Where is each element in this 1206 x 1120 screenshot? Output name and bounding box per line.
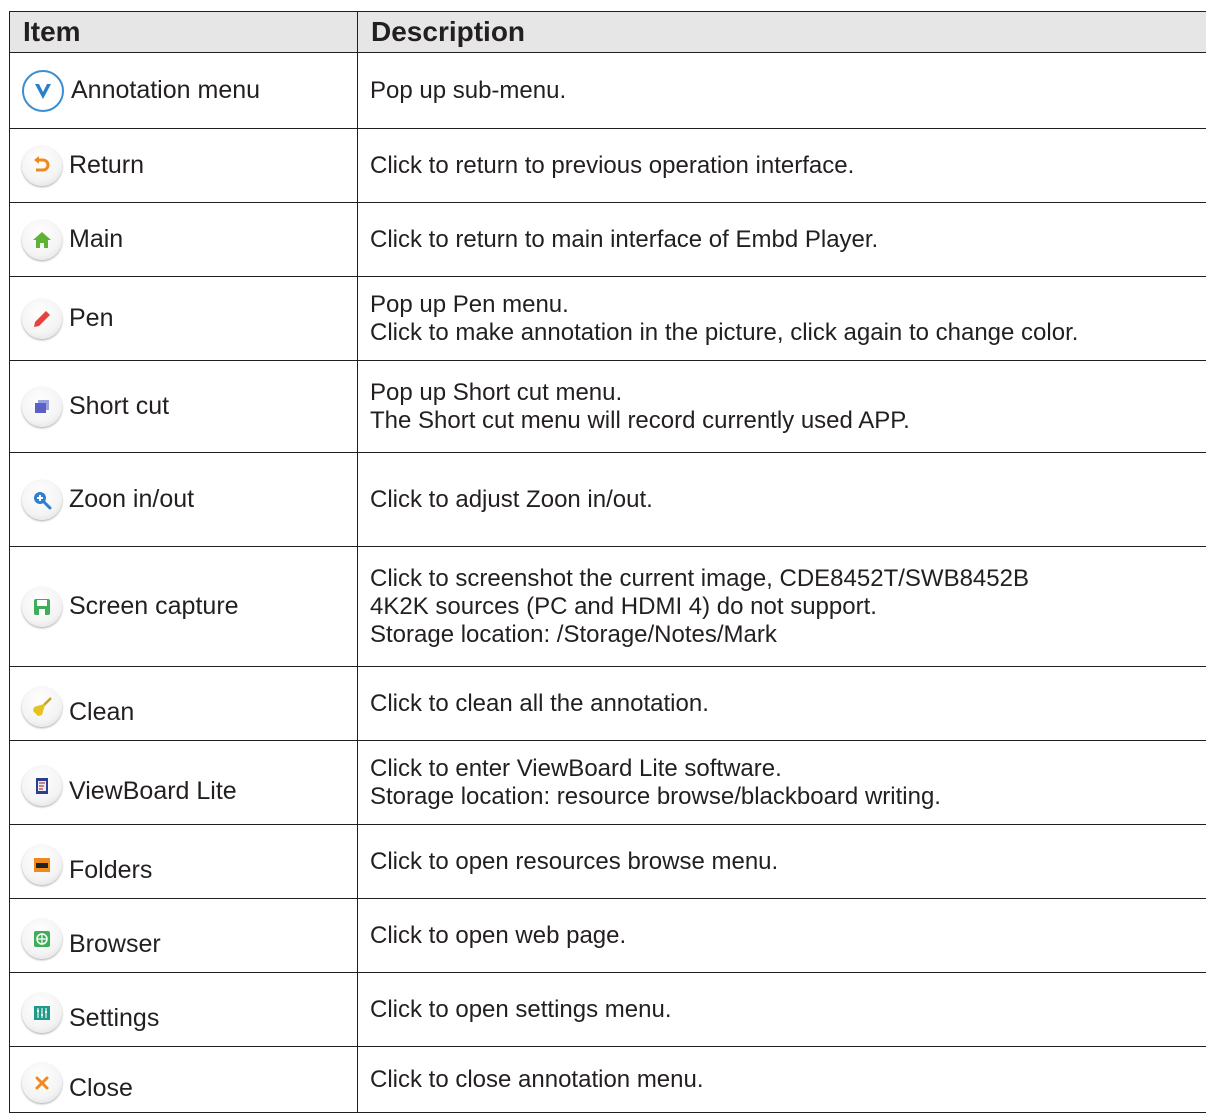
- table-row: Screen capture Click to screenshot the c…: [9, 546, 1206, 667]
- table-row: Close Click to close annotation menu.: [9, 1046, 1206, 1113]
- item-cell: Return: [10, 145, 357, 186]
- folder-icon: [22, 844, 62, 885]
- description-cell: Click to enter ViewBoard Lite software. …: [357, 740, 1206, 825]
- home-icon: [22, 219, 62, 260]
- pen-icon: [22, 298, 62, 339]
- item-label: Settings: [69, 1003, 160, 1032]
- description-column-header: Description: [357, 11, 1206, 53]
- description-cell: Click to screenshot the current image, C…: [357, 546, 1206, 667]
- item-column-header: Item: [9, 11, 358, 53]
- table-row: Annotation menu Pop up sub-menu.: [9, 52, 1206, 129]
- item-label: Clean: [69, 697, 135, 726]
- description-cell: Click to return to previous operation in…: [357, 128, 1206, 203]
- item-cell: Folders: [10, 839, 357, 885]
- shortcut-windows-icon: [22, 386, 62, 427]
- annotation-v-icon: [22, 69, 64, 112]
- viewboard-icon: [22, 765, 62, 806]
- item-cell: Screen capture: [10, 586, 357, 627]
- table-row: Pen Pop up Pen menu. Click to make annot…: [9, 276, 1206, 361]
- description-cell: Click to open web page.: [357, 898, 1206, 973]
- item-label: Close: [69, 1073, 133, 1102]
- table-row: ViewBoard Lite Click to enter ViewBoard …: [9, 740, 1206, 825]
- return-arrow-icon: [22, 145, 62, 186]
- item-label: Browser: [69, 929, 161, 958]
- item-cell: Browser: [10, 913, 357, 959]
- item-cell: Settings: [10, 987, 357, 1033]
- item-label: Pen: [69, 304, 114, 332]
- table-row: Short cut Pop up Short cut menu. The Sho…: [9, 360, 1206, 453]
- item-label: Main: [69, 225, 124, 253]
- table-row: Return Click to return to previous opera…: [9, 128, 1206, 203]
- table-row: Folders Click to open resources browse m…: [9, 824, 1206, 899]
- save-floppy-icon: [22, 586, 62, 627]
- description-cell: Click to open resources browse menu.: [357, 824, 1206, 899]
- item-label: Folders: [69, 855, 153, 884]
- item-cell: Pen: [10, 298, 357, 339]
- item-label: ViewBoard Lite: [69, 776, 237, 805]
- item-cell: Zoon in/out: [10, 479, 357, 520]
- browser-globe-icon: [22, 918, 62, 959]
- close-x-icon: [22, 1062, 62, 1103]
- settings-sliders-icon: [22, 992, 62, 1033]
- item-label: Screen capture: [69, 592, 239, 620]
- description-cell: Click to close annotation menu.: [357, 1046, 1206, 1113]
- item-label: Annotation menu: [71, 76, 261, 104]
- table-row: Browser Click to open web page.: [9, 898, 1206, 973]
- item-cell: Short cut: [10, 386, 357, 427]
- description-cell: Click to open settings menu.: [357, 972, 1206, 1047]
- description-cell: Click to clean all the annotation.: [357, 666, 1206, 741]
- item-cell: Close: [10, 1057, 357, 1103]
- annotation-menu-table: Item Description Annotation menu Pop up …: [9, 11, 1206, 1113]
- description-cell: Pop up Short cut menu. The Short cut men…: [357, 360, 1206, 453]
- item-label: Zoon in/out: [69, 485, 195, 513]
- description-cell: Click to return to main interface of Emb…: [357, 202, 1206, 277]
- zoom-icon: [22, 479, 62, 520]
- table-row: Clean Click to clean all the annotation.: [9, 666, 1206, 741]
- item-label: Return: [69, 151, 145, 179]
- item-cell: ViewBoard Lite: [10, 760, 357, 806]
- table-row: Zoon in/out Click to adjust Zoon in/out.: [9, 452, 1206, 547]
- table-header-row: Item Description: [9, 11, 1206, 53]
- description-cell: Pop up sub-menu.: [357, 52, 1206, 129]
- item-cell: Main: [10, 219, 357, 260]
- table-row: Main Click to return to main interface o…: [9, 202, 1206, 277]
- description-cell: Pop up Pen menu. Click to make annotatio…: [357, 276, 1206, 361]
- description-cell: Click to adjust Zoon in/out.: [357, 452, 1206, 547]
- item-label: Short cut: [69, 392, 170, 420]
- item-cell: Clean: [10, 681, 357, 727]
- table-row: Settings Click to open settings menu.: [9, 972, 1206, 1047]
- item-cell: Annotation menu: [10, 69, 357, 112]
- broom-icon: [22, 686, 62, 727]
